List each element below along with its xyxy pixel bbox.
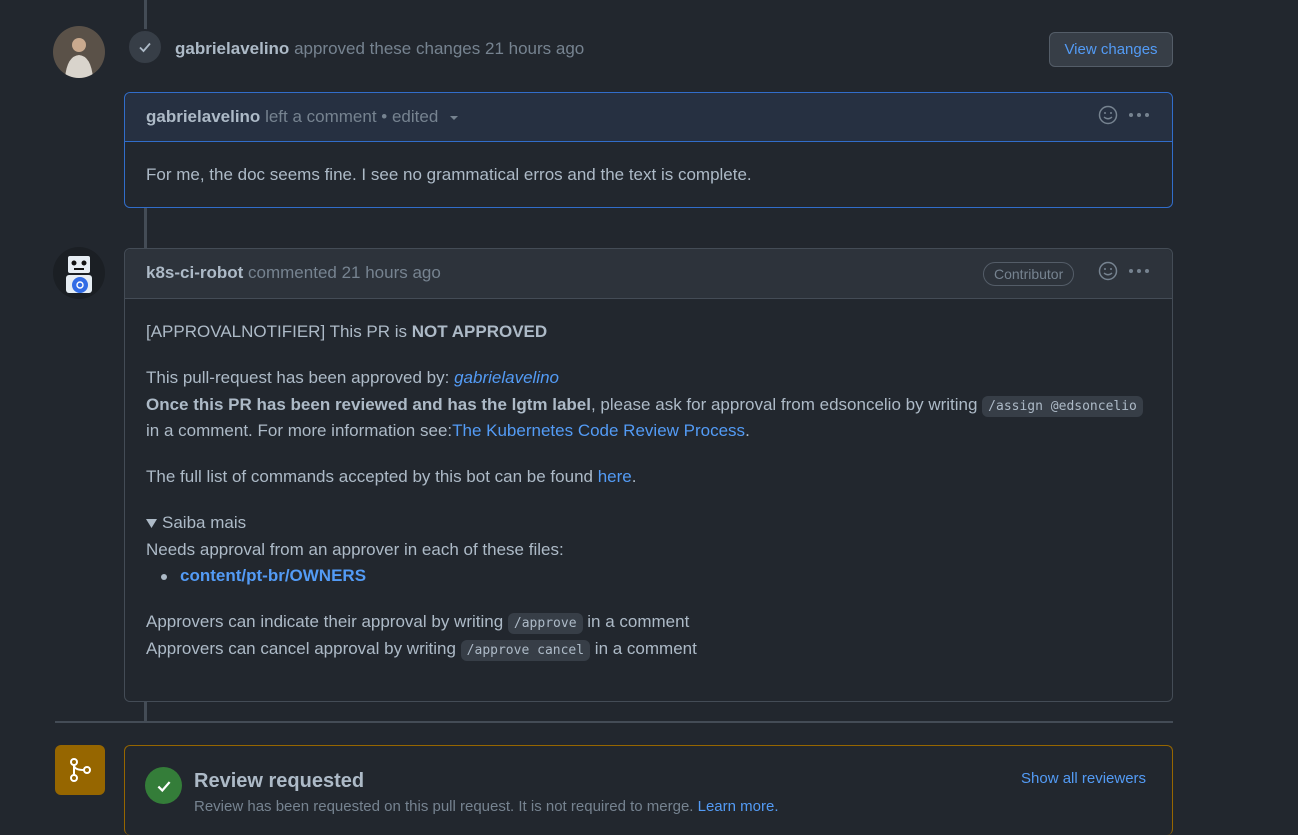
smiley-icon[interactable] [1098, 261, 1118, 281]
contributor-badge: Contributor [983, 262, 1075, 286]
person-avatar-icon [53, 26, 105, 78]
avatar-gabrielavelino[interactable] [53, 26, 105, 78]
kebab-horizontal-icon[interactable] [1128, 268, 1150, 274]
comment-action: commented [248, 263, 337, 282]
comment-author[interactable]: gabrielavelino [146, 107, 260, 126]
commands-list-line: The full list of commands accepted by th… [146, 467, 637, 486]
details-summary[interactable]: Saiba mais [146, 510, 246, 536]
approve-command: /approve [507, 613, 583, 634]
review-requested-desc: Review has been requested on this pull r… [194, 798, 779, 815]
more-info-line: in a comment. For more information see:T… [146, 421, 750, 440]
view-changes-button[interactable]: View changes [1049, 32, 1173, 67]
show-all-reviewers-link[interactable]: Show all reviewers [1021, 770, 1146, 787]
comment-action: left a comment [265, 107, 377, 126]
needs-approval-text: Needs approval from an approver in each … [146, 540, 564, 559]
review-time[interactable]: 21 hours ago [485, 39, 584, 58]
caret-down-icon [450, 116, 459, 120]
code-review-process-link[interactable]: The Kubernetes Code Review Process [452, 421, 745, 440]
approved-check-icon [127, 29, 163, 65]
review-action: approved these changes [294, 39, 481, 58]
comment-header: k8s-ci-robot commented 21 hours ago Cont… [125, 249, 1172, 299]
comment-header: gabrielavelino left a comment • edited [125, 93, 1172, 142]
avatar-k8s-ci-robot[interactable] [53, 247, 105, 299]
cancel-instruction: Approvers can cancel approval by writing… [146, 636, 697, 664]
bullet [161, 573, 167, 580]
smiley-icon[interactable] [1098, 105, 1118, 125]
timeline-separator [55, 721, 1173, 723]
merge-status-box: Review requested Review has been request… [124, 745, 1173, 835]
approver-link[interactable]: gabrielavelino [454, 368, 559, 387]
robot-avatar-icon [53, 247, 105, 299]
review-author[interactable]: gabrielavelino [175, 39, 289, 58]
bot-comment: k8s-ci-robot commented 21 hours ago Cont… [124, 248, 1173, 702]
assign-command: /assign @edsoncelio [982, 396, 1143, 417]
assign-instruction: Once this PR has been reviewed and has t… [146, 392, 1143, 420]
owners-file-link[interactable]: content/pt-br/OWNERS [180, 566, 366, 585]
git-merge-icon [55, 745, 105, 795]
commands-here-link[interactable]: here [598, 467, 632, 486]
timeline-line [144, 208, 147, 248]
approval-status: [APPROVALNOTIFIER] This PR is NOT APPROV… [146, 322, 548, 341]
timeline-line [144, 0, 147, 30]
review-requested-title: Review requested [194, 770, 365, 792]
kebab-horizontal-icon[interactable] [1128, 112, 1150, 118]
owners-file-item: content/pt-br/OWNERS [161, 563, 366, 589]
triangle-down-icon [146, 519, 157, 528]
comment-author[interactable]: k8s-ci-robot [146, 263, 243, 282]
comment-body: For me, the doc seems fine. I see no gra… [146, 165, 752, 184]
learn-more-link[interactable]: Learn more. [698, 798, 779, 815]
review-comment: gabrielavelino left a comment • edited F… [124, 92, 1173, 208]
approve-instruction: Approvers can indicate their approval by… [146, 609, 689, 637]
check-circle-icon [145, 767, 182, 804]
timeline-line [144, 702, 147, 722]
comment-time[interactable]: 21 hours ago [342, 263, 441, 282]
review-header: gabrielavelino approved these changes 21… [175, 39, 584, 59]
edited-dropdown[interactable]: • edited [381, 107, 459, 126]
approve-cancel-command: /approve cancel [460, 640, 591, 661]
not-approved-text: NOT APPROVED [411, 322, 548, 341]
approved-by-line: This pull-request has been approved by: … [146, 368, 559, 387]
